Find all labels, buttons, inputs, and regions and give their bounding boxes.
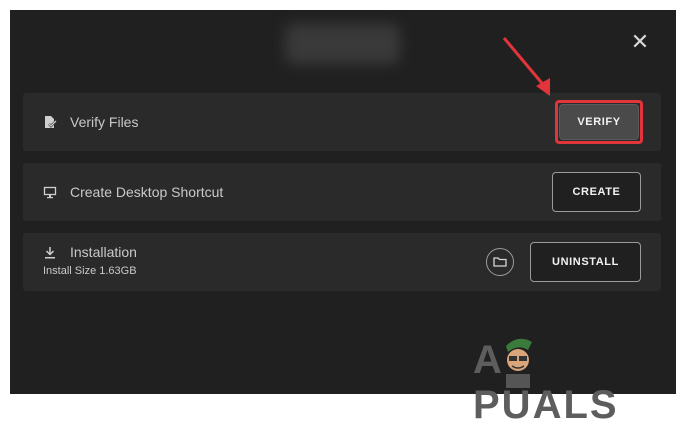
file-check-icon	[43, 115, 57, 129]
verify-files-label: Verify Files	[70, 114, 139, 130]
monitor-icon	[43, 185, 57, 199]
desktop-shortcut-label: Create Desktop Shortcut	[70, 184, 224, 200]
folder-icon	[493, 257, 507, 267]
create-button[interactable]: CREATE	[552, 172, 641, 212]
red-arrow-annotation	[502, 37, 550, 96]
close-icon[interactable]: ✕	[628, 30, 652, 54]
install-size-label: Install Size 1.63GB	[43, 265, 137, 277]
verify-files-row: Verify Files VERIFY	[23, 93, 661, 151]
game-options-dialog: ✕ Verify Files VERIFY Create Desktop Sho…	[10, 10, 676, 427]
installation-label: Installation	[70, 244, 137, 260]
uninstall-button[interactable]: UNINSTALL	[530, 242, 641, 282]
verify-button[interactable]: VERIFY	[559, 104, 639, 140]
desktop-shortcut-row: Create Desktop Shortcut CREATE	[23, 163, 661, 221]
mascot-logo-icon	[506, 338, 532, 388]
blurred-title	[285, 24, 400, 64]
installation-row: Installation Install Size 1.63GB UNINSTA…	[23, 233, 661, 291]
download-icon	[43, 246, 57, 260]
open-folder-button[interactable]	[486, 248, 514, 276]
